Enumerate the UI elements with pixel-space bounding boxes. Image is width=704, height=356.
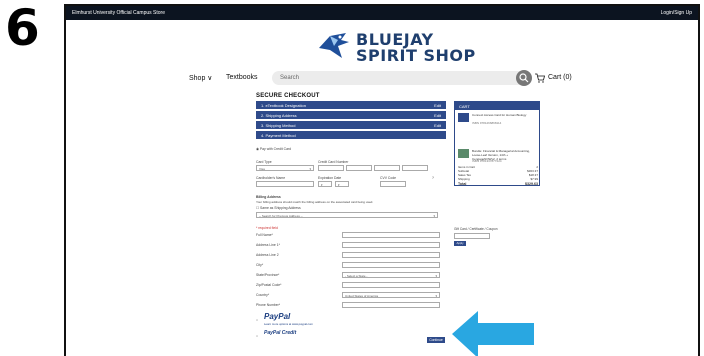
cart-title: CART <box>455 102 539 110</box>
gift-card-label: Gift Card / Certificate / Coupon <box>454 227 498 231</box>
edit-link[interactable]: Edit <box>434 123 441 128</box>
store-name: Elmhurst University Official Campus Stor… <box>72 10 165 16</box>
textbooks-link[interactable]: Textbooks <box>226 74 258 81</box>
chevron-down-icon: ▾ <box>435 294 437 298</box>
product-thumbnail <box>458 113 469 122</box>
paypal-radio[interactable]: ○ <box>256 318 258 322</box>
cart-item: Connect Access Card for Human Biology IS… <box>458 113 536 147</box>
search-icon <box>519 73 529 83</box>
step-shipping-address[interactable]: 2. Shipping Address Edit <box>256 111 446 119</box>
exp-year-select[interactable]: ▾ <box>335 181 349 187</box>
cart-item: Bundle: Financial & Managerial Accountin… <box>458 149 536 165</box>
cart-summary: CART Connect Access Card for Human Biolo… <box>454 101 540 186</box>
expiration-label: Expiration Date <box>318 176 342 180</box>
paypal-logo: PayPal <box>264 312 291 321</box>
card-number-input-2[interactable] <box>346 165 372 171</box>
edit-link[interactable]: Edit <box>434 113 441 118</box>
zip-label: Zip/Postal Code* <box>256 283 282 287</box>
main-nav: Shop ∨ Textbooks Search Cart (0) <box>66 70 698 88</box>
cart-link[interactable]: Cart (0) <box>548 74 572 81</box>
card-number-input-3[interactable] <box>374 165 400 171</box>
product-thumbnail <box>458 149 469 158</box>
top-bar: Elmhurst University Official Campus Stor… <box>66 6 698 20</box>
step-etextbook[interactable]: 1. eTextbook Designation Edit <box>256 101 446 109</box>
chevron-down-icon: ▾ <box>309 167 311 171</box>
card-number-label: Credit Card Number <box>318 160 349 164</box>
pay-card-radio[interactable]: ◉ Pay with Credit Card <box>256 147 291 151</box>
card-number-input-1[interactable] <box>318 165 344 171</box>
step-payment-method: 4. Payment Method <box>256 131 446 139</box>
chevron-down-icon: ▾ <box>435 274 437 278</box>
apply-button[interactable]: Apply <box>454 241 466 246</box>
full-name-input[interactable] <box>342 232 440 238</box>
same-as-shipping-checkbox[interactable]: ☐ Same as Shipping Address <box>256 206 301 210</box>
checkout-title: SECURE CHECKOUT <box>256 93 320 99</box>
city-label: City* <box>256 263 264 267</box>
shop-menu[interactable]: Shop ∨ <box>189 74 212 82</box>
edit-link[interactable]: Edit <box>434 103 441 108</box>
holder-input[interactable] <box>256 181 314 187</box>
state-select[interactable]: - Select a State - ▾ <box>342 272 440 278</box>
cart-totals: Items in Cart 2 Subtotal $303.37 Sales Tax… <box>458 165 538 186</box>
login-link[interactable]: Login/Sign Up <box>661 10 692 16</box>
card-type-label: Card Type <box>256 160 272 164</box>
logo-line2: SPIRIT SHOP <box>356 46 476 65</box>
country-select[interactable]: United States of America ▾ <box>342 292 440 298</box>
address1-label: Address Line 1* <box>256 243 280 247</box>
cart-icon[interactable] <box>535 73 545 83</box>
search-input[interactable]: Search <box>272 71 530 85</box>
phone-label: Phone Number* <box>256 303 281 307</box>
holder-label: Cardholder's Name <box>256 176 286 180</box>
tutorial-screenshot: 6 Elmhurst University Official Campus St… <box>0 0 704 356</box>
pointer-arrow-icon <box>452 311 534 356</box>
card-number-input-4[interactable] <box>402 165 428 171</box>
step-number: 6 <box>5 0 40 57</box>
continue-button[interactable]: Continue <box>427 337 445 343</box>
required-note: * required field <box>256 226 278 230</box>
step-shipping-method[interactable]: 3. Shipping Method Edit <box>256 121 446 129</box>
address1-input[interactable] <box>342 242 440 248</box>
exp-month-select[interactable]: ▾ <box>318 181 332 187</box>
previous-address-select[interactable]: -- Search for Previous Address -- ▾ <box>256 212 438 218</box>
state-label: State/Province* <box>256 273 280 277</box>
billing-note: Your billing address should match the bi… <box>256 200 374 204</box>
paypal-credit-logo: PayPal Credit <box>264 330 297 336</box>
phone-input[interactable] <box>342 302 440 308</box>
store-logo[interactable]: BLUEJAY SPIRIT SHOP <box>316 28 506 65</box>
gift-card-input[interactable] <box>454 233 490 239</box>
paypal-credit-radio[interactable]: ○ <box>256 334 258 338</box>
zip-input[interactable] <box>342 282 440 288</box>
address2-input[interactable] <box>342 252 440 258</box>
full-name-label: Full Name* <box>256 233 273 237</box>
cvv-input[interactable] <box>380 181 406 187</box>
browser-frame: Elmhurst University Official Campus Stor… <box>64 4 700 356</box>
country-label: Country* <box>256 293 270 297</box>
checkout-steps: 1. eTextbook Designation Edit 2. Shipping… <box>256 101 446 141</box>
city-input[interactable] <box>342 262 440 268</box>
cvv-label: CVV Code <box>380 176 397 180</box>
paypal-note[interactable]: Learn more options at www.paypal.com <box>264 322 313 326</box>
chevron-down-icon: ▾ <box>433 214 435 218</box>
bluejay-logo-icon <box>319 33 349 58</box>
card-type-select[interactable]: Visa ▾ <box>256 165 314 171</box>
billing-title: Billing Address <box>256 195 281 199</box>
address2-label: Address Line 2 <box>256 253 279 257</box>
cvv-help-icon[interactable]: ? <box>432 176 434 180</box>
search-button[interactable] <box>516 70 532 86</box>
gift-card-section: Gift Card / Certificate / Coupon Apply <box>454 227 544 246</box>
